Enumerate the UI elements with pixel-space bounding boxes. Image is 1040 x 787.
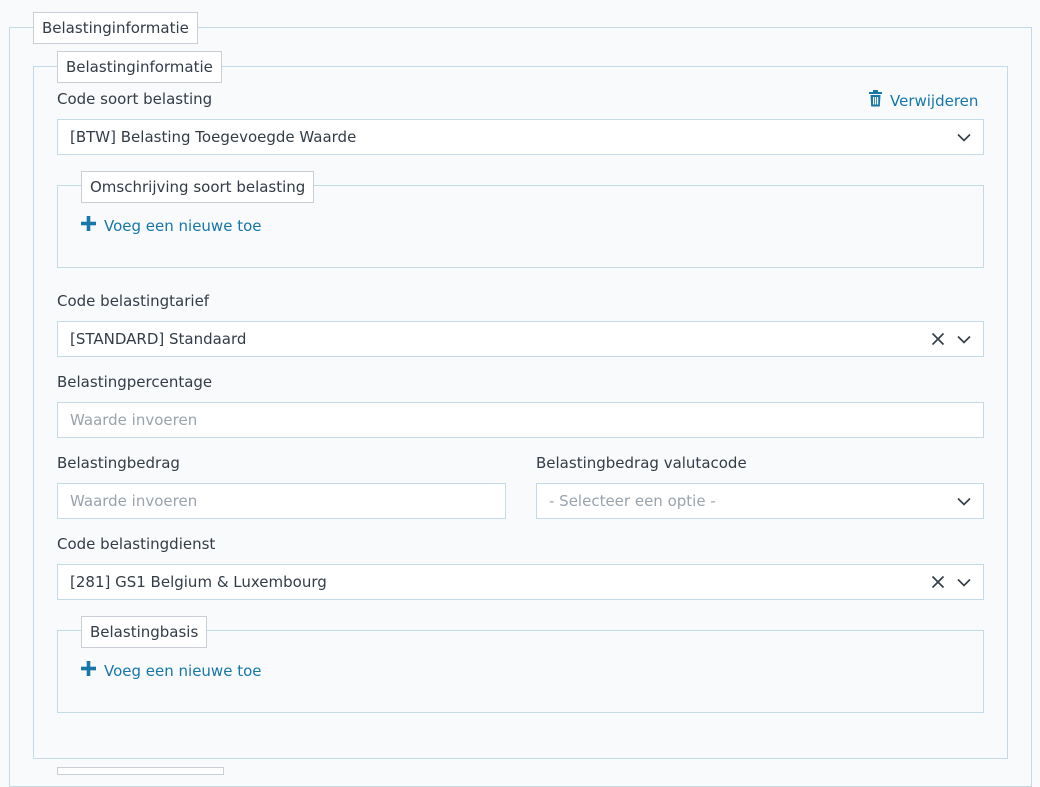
tax-percentage-placeholder: Waarde invoeren [70,411,198,429]
clear-icon[interactable] [927,565,949,599]
outer-legend: Belastinginformatie [33,12,198,44]
tax-type-description-legend: Omschrijving soort belasting [81,171,315,203]
tax-amount-currency-placeholder: - Selecteer een optie - [549,492,716,510]
plus-icon [81,216,96,235]
chevron-down-icon[interactable] [953,484,975,518]
tax-amount-currency-label: Belastingbedrag valutacode [536,454,747,472]
next-legend-partial [57,767,224,775]
add-label: Voeg een nieuwe toe [104,661,262,680]
chevron-down-icon[interactable] [953,322,975,356]
tax-percentage-label: Belastingpercentage [57,373,213,391]
delete-button[interactable]: Verwijderen [868,90,978,111]
chevron-down-icon[interactable] [953,120,975,154]
tax-rate-code-label: Code belastingtarief [57,292,210,310]
add-tax-basis-button[interactable]: Voeg een nieuwe toe [81,661,262,680]
chevron-down-icon[interactable] [953,565,975,599]
inner-legend: Belastinginformatie [57,51,222,83]
tax-basis-legend: Belastingbasis [81,616,208,648]
tax-amount-label: Belastingbedrag [57,454,180,472]
trash-icon [868,90,883,111]
tax-type-value: [BTW] Belasting Toegevoegde Waarde [70,128,357,146]
add-label: Voeg een nieuwe toe [104,216,262,235]
tax-authority-label: Code belastingdienst [57,535,216,553]
add-tax-type-description-button[interactable]: Voeg een nieuwe toe [81,216,262,235]
tax-amount-currency-select[interactable]: - Selecteer een optie - [536,483,984,519]
tax-rate-code-value: [STANDARD] Standaard [70,330,247,348]
tax-amount-placeholder: Waarde invoeren [70,492,198,510]
delete-label: Verwijderen [890,91,979,110]
tax-type-label: Code soort belasting [57,90,213,108]
plus-icon [81,661,96,680]
clear-icon[interactable] [927,322,949,356]
tax-percentage-input[interactable]: Waarde invoeren [57,402,984,438]
tax-amount-input[interactable]: Waarde invoeren [57,483,506,519]
tax-rate-code-select[interactable]: [STANDARD] Standaard [57,321,984,357]
tax-authority-select[interactable]: [281] GS1 Belgium & Luxembourg [57,564,984,600]
tax-authority-value: [281] GS1 Belgium & Luxembourg [70,573,327,591]
tax-type-select[interactable]: [BTW] Belasting Toegevoegde Waarde [57,119,984,155]
